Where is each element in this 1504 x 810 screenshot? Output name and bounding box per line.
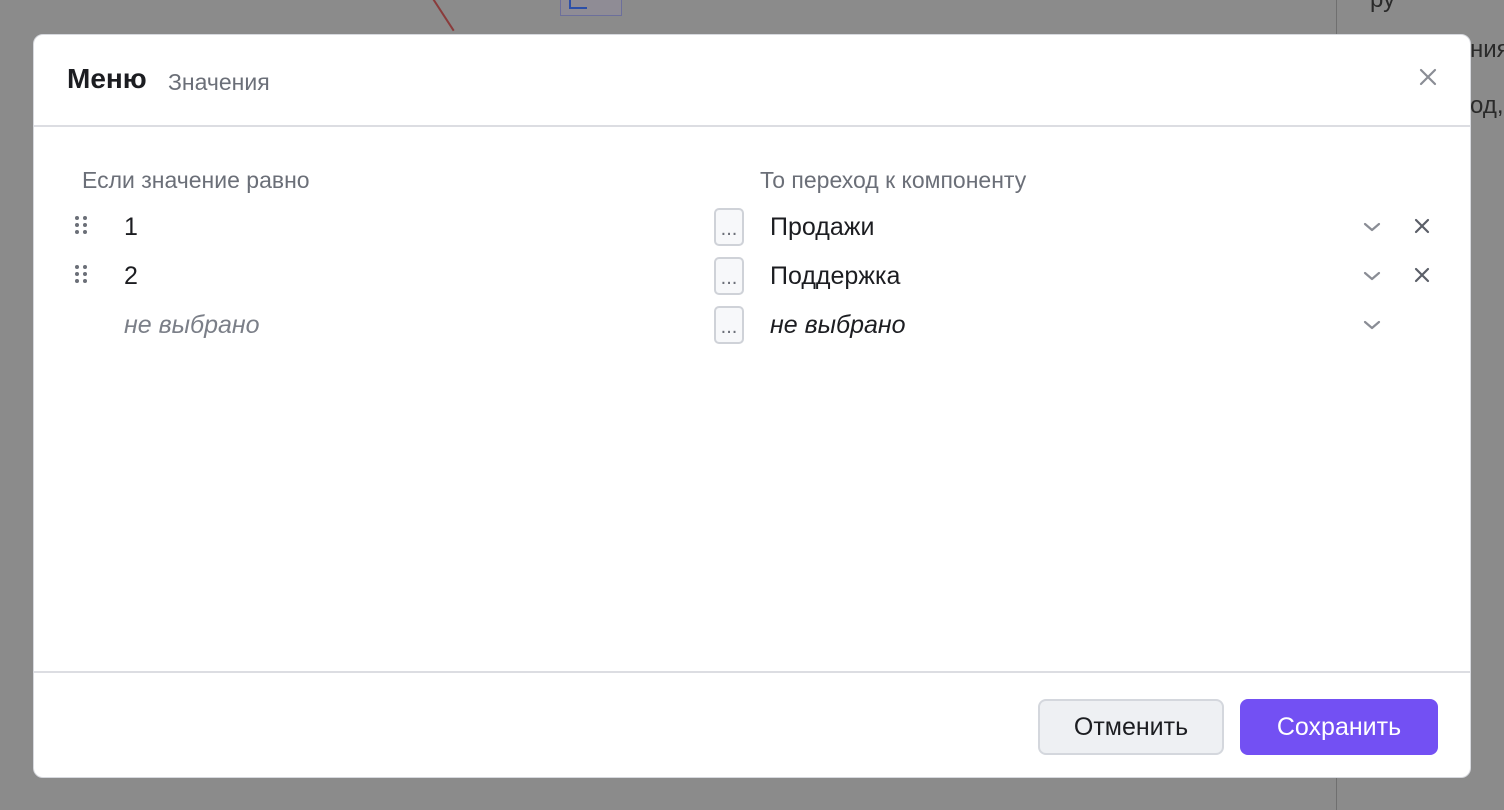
side-panel-text: ру <box>1370 0 1395 14</box>
chevron-down-icon <box>1363 320 1381 330</box>
remove-icon <box>1414 267 1430 283</box>
remove-icon <box>1414 218 1430 234</box>
drag-handle[interactable] <box>74 263 92 285</box>
mapping-row: 2 ... Поддержка <box>34 257 1470 297</box>
value-input[interactable]: 1 <box>124 213 138 242</box>
dialog-header: Меню Значения <box>34 35 1470 127</box>
ellipsis-icon: ... <box>720 267 738 289</box>
drag-handle-icon <box>75 216 87 234</box>
side-panel-text: ния <box>1470 36 1504 63</box>
target-dropdown-toggle[interactable] <box>1362 316 1382 334</box>
value-picker-button[interactable]: ... <box>714 306 744 344</box>
target-dropdown-toggle[interactable] <box>1362 218 1382 236</box>
target-column-label: То переход к компоненту <box>760 167 1027 193</box>
dialog-title: Меню <box>67 63 147 94</box>
cancel-button[interactable]: Отменить <box>1038 699 1224 755</box>
close-icon <box>1419 68 1437 86</box>
target-component-select[interactable]: Продажи <box>770 213 874 242</box>
save-button[interactable]: Сохранить <box>1240 699 1438 755</box>
target-component-select[interactable]: Поддержка <box>770 262 900 291</box>
new-target-component-select[interactable]: не выбрано <box>770 311 906 340</box>
drag-handle-icon <box>75 265 87 283</box>
value-column-label: Если значение равно <box>82 167 310 193</box>
remove-row-button[interactable] <box>1412 265 1432 285</box>
new-mapping-row: не выбрано ... не выбрано <box>34 306 1470 346</box>
new-value-input[interactable]: не выбрано <box>124 311 260 340</box>
chevron-down-icon <box>1363 271 1381 281</box>
value-input[interactable]: 2 <box>124 262 138 291</box>
menu-values-dialog: Меню Значения Если значение равно То пер… <box>33 34 1471 778</box>
ellipsis-icon: ... <box>720 218 738 240</box>
remove-row-button[interactable] <box>1412 216 1432 236</box>
value-picker-button[interactable]: ... <box>714 257 744 295</box>
chevron-down-icon <box>1363 222 1381 232</box>
ellipsis-icon: ... <box>720 316 738 338</box>
connector-line <box>430 0 455 32</box>
dialog-subtitle: Значения <box>168 69 270 95</box>
side-panel-text: од, <box>1470 92 1504 119</box>
close-button[interactable] <box>1414 63 1442 91</box>
dialog-footer: Отменить Сохранить <box>34 671 1470 777</box>
value-picker-button[interactable]: ... <box>714 208 744 246</box>
mapping-row: 1 ... Продажи <box>34 208 1470 248</box>
diagram-block <box>560 0 622 16</box>
drag-handle[interactable] <box>74 214 92 236</box>
target-dropdown-toggle[interactable] <box>1362 267 1382 285</box>
